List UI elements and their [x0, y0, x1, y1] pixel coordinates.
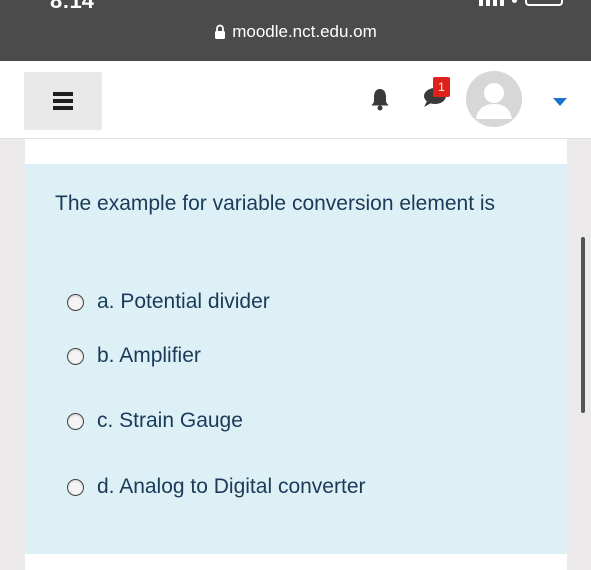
radio-button[interactable] — [67, 412, 84, 430]
question-text: The example for variable conversion elem… — [55, 192, 496, 215]
status-indicators — [479, 0, 563, 6]
option-d[interactable]: d. Analog to Digital converter — [67, 475, 366, 499]
hamburger-icon — [53, 92, 73, 110]
scrollbar[interactable] — [581, 237, 585, 413]
radio-button[interactable] — [67, 293, 84, 311]
option-a[interactable]: a. Potential divider — [67, 290, 270, 314]
radio-button[interactable] — [67, 347, 84, 365]
option-b[interactable]: b. Amplifier — [67, 344, 201, 368]
chevron-down-icon[interactable] — [553, 94, 567, 112]
top-navbar: 1 — [0, 61, 591, 139]
content-header-strip — [25, 139, 567, 164]
address-bar[interactable]: moodle.nct.edu.om — [0, 22, 591, 42]
battery-icon — [525, 0, 563, 6]
signal-icon — [479, 0, 504, 6]
option-c[interactable]: c. Strain Gauge — [67, 409, 243, 433]
lock-icon — [214, 24, 226, 40]
user-avatar[interactable] — [466, 71, 522, 127]
wifi-icon — [512, 0, 517, 3]
option-label: a. Potential divider — [97, 290, 270, 313]
user-icon — [466, 71, 522, 127]
hamburger-menu-button[interactable] — [24, 72, 102, 130]
status-time: 8:14 — [50, 0, 95, 13]
radio-button[interactable] — [67, 478, 84, 496]
option-label: d. Analog to Digital converter — [97, 475, 366, 498]
notification-badge: 1 — [433, 77, 450, 97]
option-label: b. Amplifier — [97, 344, 201, 367]
question-panel: The example for variable conversion elem… — [25, 164, 567, 554]
status-bar: 8:14 moodle.nct.edu.om — [0, 0, 591, 61]
option-label: c. Strain Gauge — [97, 409, 243, 432]
bell-icon[interactable] — [369, 87, 391, 116]
url-text: moodle.nct.edu.om — [232, 22, 377, 41]
content-footer-strip — [25, 554, 567, 570]
